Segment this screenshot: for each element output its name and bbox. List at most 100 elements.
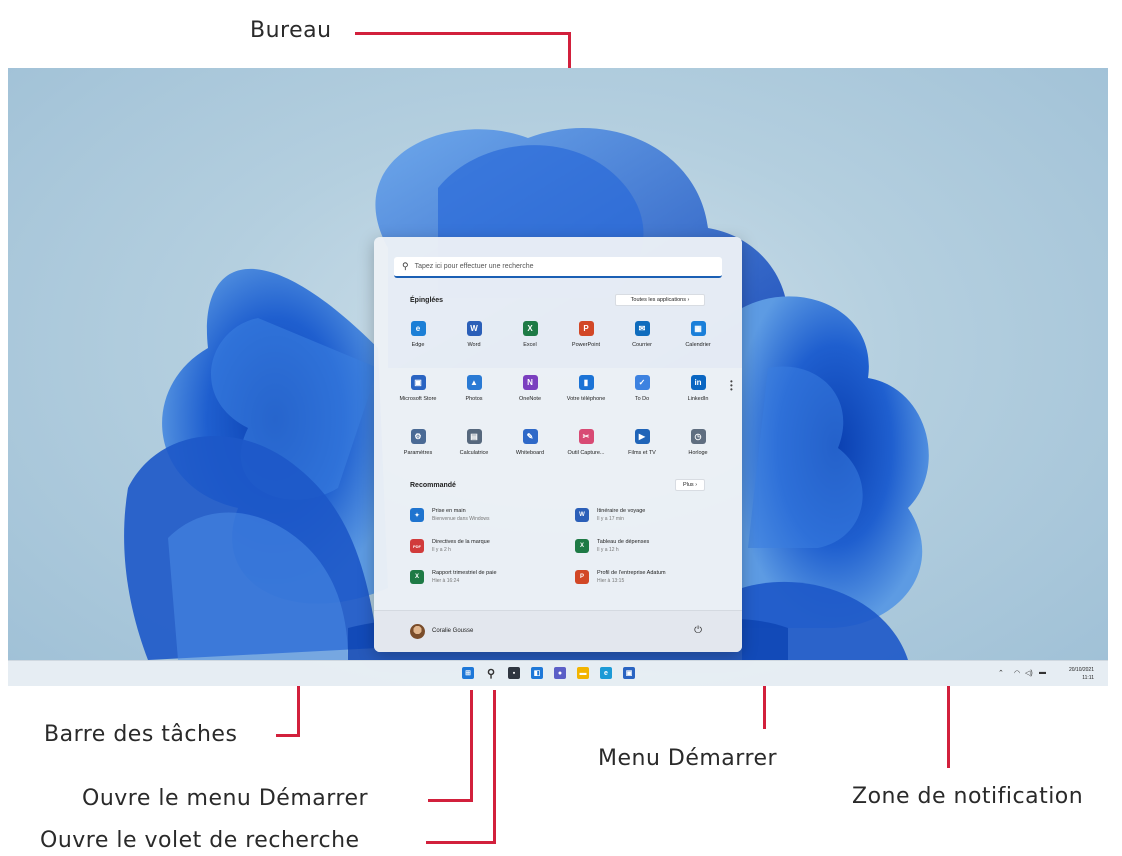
pinned-app[interactable]: ▶ Films et TV — [614, 427, 670, 472]
word-icon: W — [466, 321, 482, 336]
task-view-icon[interactable]: ▪ — [508, 667, 520, 679]
phone-icon: ▮ — [578, 375, 594, 390]
power-icon[interactable]: ⏻ — [694, 625, 702, 636]
pinned-app-label: Microsoft Store — [399, 396, 437, 402]
pinned-app[interactable]: ▮ Votre téléphone — [558, 373, 614, 418]
pinned-app[interactable]: e Edge — [390, 319, 446, 364]
chevron-up-icon[interactable]: ⌃ — [998, 669, 1004, 677]
leader-line-notification-area — [947, 672, 950, 768]
callout-desktop: Bureau — [250, 18, 332, 43]
recommended-item[interactable]: ✦ Prise en main Bienvenue dans Windows — [410, 503, 570, 527]
recommended-item-title: Tableau de dépenses — [597, 539, 650, 545]
edge-icon[interactable]: e — [600, 667, 612, 679]
store-icon[interactable]: ▣ — [623, 667, 635, 679]
search-icon[interactable]: ⚲ — [485, 667, 497, 680]
desktop-screen[interactable]: ⚲ Tapez ici pour effectuer une recherche… — [8, 68, 1108, 686]
clock-time: 11:11 — [1082, 675, 1094, 681]
leader-line-search-button — [426, 841, 496, 844]
recommended-item-title: Profil de l'entreprise Adatum — [597, 570, 666, 576]
pinned-app[interactable]: ▣ Microsoft Store — [390, 373, 446, 418]
pdf-icon: PDF — [410, 539, 424, 553]
pinned-app-label: PowerPoint — [571, 342, 601, 348]
recommended-item-title: Rapport trimestriel de paie — [432, 570, 497, 576]
recommended-item[interactable]: P Profil de l'entreprise Adatum Hier à 13:… — [575, 565, 735, 589]
recommended-item-subtitle: Bienvenue dans Windows — [432, 516, 490, 522]
leader-line-start-button — [470, 690, 473, 802]
pinned-app-label: Votre téléphone — [566, 396, 606, 402]
leader-line-desktop — [355, 32, 571, 35]
recommended-item-subtitle: Il y a 17 min — [597, 516, 624, 522]
user-name[interactable]: Coralie Gousse — [432, 628, 473, 634]
pinned-app[interactable]: ✉ Courrier — [614, 319, 670, 364]
whiteboard-icon: ✎ — [522, 429, 538, 444]
leader-line-search-button — [493, 690, 496, 844]
avatar[interactable] — [410, 624, 425, 639]
pinned-app[interactable]: P PowerPoint — [558, 319, 614, 364]
start-icon[interactable]: ⊞ — [462, 667, 474, 679]
pinned-app[interactable]: W Word — [446, 319, 502, 364]
recommended-item[interactable]: X Tableau de dépenses Il y a 12 h — [575, 534, 735, 558]
more-button[interactable]: Plus › — [675, 479, 705, 491]
recommended-item[interactable]: PDF Directives de la marque Il y a 2 h — [410, 534, 570, 558]
excel-doc-icon: X — [575, 539, 589, 553]
callout-start-button: Ouvre le menu Démarrer — [82, 786, 369, 811]
pinned-app-label: Paramètres — [403, 450, 433, 456]
mail-icon: ✉ — [634, 321, 650, 336]
powerpoint-icon: P — [578, 321, 594, 336]
pinned-app[interactable]: ▦ Calendrier — [670, 319, 726, 364]
pinned-app[interactable]: ▲ Photos — [446, 373, 502, 418]
taskbar-clock[interactable]: 20/10/2021 11:11 — [1069, 666, 1094, 682]
recommended-title: Recommandé — [410, 482, 456, 489]
pinned-title: Épinglées — [410, 297, 444, 304]
pinned-app[interactable]: ▤ Calculatrice — [446, 427, 502, 472]
pinned-app[interactable]: ⚙ Paramètres — [390, 427, 446, 472]
pinned-app[interactable]: in LinkedIn — [670, 373, 726, 418]
pinned-app[interactable]: ✎ Whiteboard — [502, 427, 558, 472]
pinned-app[interactable]: N OneNote — [502, 373, 558, 418]
leader-line-start-button — [428, 799, 473, 802]
file-explorer-icon[interactable]: ▬ — [577, 667, 589, 679]
pinned-app[interactable]: ✂ Outil Capture... — [558, 427, 614, 472]
recommended-item[interactable]: X Rapport trimestriel de paie Hier à 16:24 — [410, 565, 570, 589]
recommended-item-title: Directives de la marque — [432, 539, 490, 545]
photos-icon: ▲ — [466, 375, 482, 390]
battery-icon[interactable]: ▬ — [1039, 669, 1046, 676]
volume-icon[interactable]: ◁) — [1025, 669, 1033, 677]
excel-icon: X — [522, 321, 538, 336]
word-doc-icon: W — [575, 508, 589, 522]
get-started-icon: ✦ — [410, 508, 424, 522]
pinned-apps-grid: e Edge W Word X Excel P PowerPoint ✉ Courrier ▦ Cal… — [390, 319, 726, 472]
start-menu: ⚲ Tapez ici pour effectuer une recherche… — [374, 237, 742, 652]
start-search-input[interactable]: ⚲ Tapez ici pour effectuer une recherche — [394, 257, 722, 278]
excel-doc-icon: X — [410, 570, 424, 584]
onenote-icon: N — [522, 375, 538, 390]
recommended-item-title: Itinéraire de voyage — [597, 508, 646, 514]
recommended-item-text: Directives de la marque Il y a 2 h — [432, 539, 490, 553]
pinned-app-label: Courrier — [632, 342, 652, 348]
recommended-item-text: Tableau de dépenses Il y a 12 h — [597, 539, 649, 553]
pinned-app[interactable]: ✓ To Do — [614, 373, 670, 418]
pinned-page-dots[interactable]: • • • — [730, 378, 733, 394]
pinned-app[interactable]: ◷ Horloge — [670, 427, 726, 472]
all-apps-button[interactable]: Toutes les applications › — [615, 294, 705, 306]
pinned-app-label: Whiteboard — [515, 450, 545, 456]
snipping-tool-icon: ✂ — [578, 429, 594, 444]
recommended-item-title: Prise en main — [432, 508, 466, 514]
widgets-icon[interactable]: ◧ — [531, 667, 543, 679]
wifi-icon[interactable]: ◠ — [1014, 669, 1020, 677]
pinned-app-label: Horloge — [688, 450, 708, 456]
powerpoint-doc-icon: P — [575, 570, 589, 584]
taskbar: ⊞ ⚲ ▪ ◧ ● ▬ e ▣ ⌃ ◠ ◁) ▬ 20/10/2021 11:11 — [8, 660, 1108, 686]
pinned-app-label: LinkedIn — [687, 396, 709, 402]
pinned-app[interactable]: X Excel — [502, 319, 558, 364]
pinned-app-label: Photos — [465, 396, 483, 402]
recommended-item-text: Rapport trimestriel de paie Hier à 16:24 — [432, 570, 497, 584]
pinned-app-label: Outil Capture... — [567, 450, 605, 456]
recommended-item[interactable]: W Itinéraire de voyage Il y a 17 min — [575, 503, 735, 527]
user-bar: Coralie Gousse ⏻ — [374, 610, 742, 652]
chat-icon[interactable]: ● — [554, 667, 566, 679]
pinned-app-label: Word — [467, 342, 481, 348]
pinned-app-label: Edge — [411, 342, 425, 348]
pinned-app-label: Calendrier — [685, 342, 711, 348]
callout-taskbar: Barre des tâches — [44, 722, 238, 747]
